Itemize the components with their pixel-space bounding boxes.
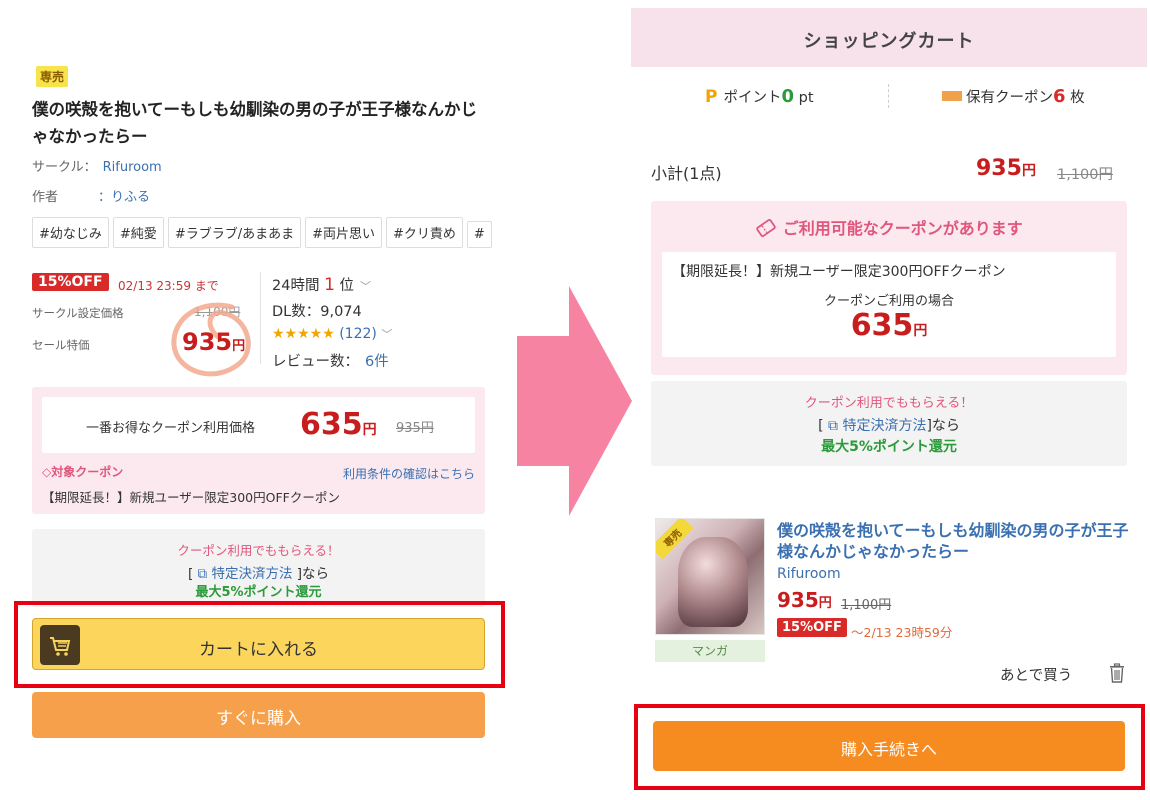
cart-item-title[interactable]: 僕の咲殻を抱いてーもしも幼馴染の男の子が王子様なんかじゃなかったらー <box>777 520 1137 562</box>
product-thumbnail[interactable]: 専売 <box>655 518 765 635</box>
divider <box>260 272 261 364</box>
cart-item-price: 935円 <box>777 588 832 612</box>
ranking[interactable]: 24時間 1 位 ﹀ <box>272 274 371 295</box>
ticket-icon <box>942 91 962 101</box>
subtotal-label: 小計(1点) <box>651 164 722 183</box>
points-balance: P ポイント0 pt <box>705 86 814 107</box>
author-label: 作者 <box>32 190 59 205</box>
exclusive-badge: 専売 <box>36 66 69 87</box>
promo-payment-line: [ ⧉ 特定決済方法]なら <box>818 418 960 434</box>
available-coupon-title: ご利用可能なクーポンがあります <box>651 215 1127 239</box>
star-rating[interactable]: ★★★★★ (122) ﹀ <box>272 326 392 342</box>
cart-item-circle[interactable]: Rifuroom <box>777 566 841 582</box>
coupon-use-label: クーポンご利用の場合 <box>823 294 954 309</box>
coupon-tag-icon <box>756 219 776 237</box>
divider <box>888 84 889 108</box>
highlight-frame <box>634 704 1145 790</box>
coupon-offer-box: 一番お得なクーポン利用価格 635円 935円 ◇対象クーポン 利用条件の確認は… <box>32 387 485 514</box>
subtotal-strike-price: 1,100円 <box>1057 167 1114 183</box>
review-link[interactable]: 6件 <box>365 354 389 370</box>
target-coupon-label: ◇対象クーポン <box>42 465 124 479</box>
sale-price-label: セール特価 <box>32 338 90 352</box>
coupon-price-card: 一番お得なクーポン利用価格 635円 935円 <box>42 397 475 453</box>
promo-line: クーポン利用でももらえる！ <box>804 396 974 411</box>
circle-label: サークル： <box>32 160 97 175</box>
point-promo-box: クーポン利用でももらえる！ [ ⧉ 特定決済方法 ]なら 最大5%ポイント還元 <box>32 529 485 607</box>
available-coupon-box: ご利用可能なクーポンがあります 【期限延長！】新規ユーザー限定300円OFFクー… <box>651 201 1127 375</box>
available-coupon-name: 【期限延長！】新規ユーザー限定300円OFFクーポン <box>672 264 1006 280</box>
tag-item[interactable]: #両片思い <box>305 217 382 248</box>
trash-icon[interactable] <box>1108 663 1126 683</box>
review-count: レビュー数： 6件 <box>272 354 389 370</box>
circle-row: サークル： Rifuroom <box>32 156 162 175</box>
points-icon: P <box>705 87 718 107</box>
tag-item[interactable]: #ラブラブ/あまあま <box>167 217 302 248</box>
buy-now-button[interactable]: すぐに購入 <box>32 692 485 738</box>
external-link-icon[interactable]: ⧉ <box>198 566 208 582</box>
coupon-price: 635円 <box>300 407 377 442</box>
chevron-down-icon[interactable]: ﹀ <box>360 280 371 293</box>
highlight-frame <box>14 601 505 688</box>
buy-later-button[interactable]: あとで買う <box>1000 664 1072 685</box>
cart-header: ショッピングカート <box>631 8 1147 67</box>
coupon-applied-price: 635円 <box>850 308 928 343</box>
payment-method-link[interactable]: 特定決済方法 <box>842 418 926 434</box>
cart-item-strike-price: 1,100円 <box>841 598 892 613</box>
cart-title: ショッピングカート <box>803 31 975 52</box>
promo-point-rate: 最大5%ポイント還元 <box>195 585 322 600</box>
terms-link[interactable]: 利用条件の確認はこちら <box>343 465 475 482</box>
circle-link[interactable]: Rifuroom <box>103 160 162 175</box>
buy-now-label: すぐに購入 <box>216 709 301 729</box>
product-title: 僕の咲殻を抱いてーもしも幼馴染の男の子が王子様なんかじゃなかったらー <box>32 100 478 146</box>
shopping-cart-panel: ショッピングカート P ポイント0 pt 保有クーポン6 枚 小計(1点) 935… <box>631 8 1147 800</box>
coupon-strike-price: 935円 <box>396 421 434 436</box>
promo-point-rate: 最大5%ポイント還元 <box>821 439 957 455</box>
tag-item[interactable]: # <box>466 221 492 248</box>
point-promo-box: クーポン利用でももらえる！ [ ⧉ 特定決済方法]なら 最大5%ポイント還元 <box>651 381 1127 466</box>
coupon-name: 【期限延長！】新規ユーザー限定300円OFFクーポン <box>42 490 340 505</box>
tag-list: #幼なじみ #純愛 #ラブラブ/あまあま #両片思い #クリ責め # <box>32 217 500 249</box>
promo-payment-line: [ ⧉ 特定決済方法 ]なら <box>187 566 330 582</box>
author-row: 作者 ：りふる <box>32 186 150 205</box>
cover-art <box>678 537 748 627</box>
stars-icon: ★★★★★ <box>272 326 335 342</box>
tag-item[interactable]: #クリ責め <box>386 217 463 248</box>
discount-until: 02/13 23:59 まで <box>118 279 219 293</box>
discount-until: ～2/13 23時59分 <box>851 625 953 640</box>
download-count: DL数：9,074 <box>272 304 362 320</box>
available-coupon-card: 【期限延長！】新規ユーザー限定300円OFFクーポン クーポンご利用の場合 63… <box>662 252 1116 357</box>
tag-item[interactable]: #幼なじみ <box>32 217 109 248</box>
coupons-held[interactable]: 保有クーポン6 枚 <box>942 86 1085 107</box>
sale-price: 935円 <box>182 328 246 356</box>
circle-price-label: サークル設定価格 <box>32 306 124 320</box>
arrow-right-icon <box>517 286 632 516</box>
tag-item[interactable]: #純愛 <box>112 217 164 248</box>
subtotal-price: 935円 <box>976 156 1036 181</box>
discount-badge: 15%OFF <box>777 618 847 637</box>
chevron-down-icon[interactable]: ﹀ <box>381 328 392 341</box>
payment-method-link[interactable]: 特定決済方法 <box>211 566 292 582</box>
category-badge: マンガ <box>655 640 765 662</box>
external-link-icon[interactable]: ⧉ <box>828 418 838 434</box>
coupon-price-label: 一番お得なクーポン利用価格 <box>86 421 256 436</box>
promo-line: クーポン利用でももらえる！ <box>177 543 340 558</box>
rating-count[interactable]: (122) <box>339 326 377 342</box>
author-link[interactable]: ：りふる <box>98 190 150 205</box>
discount-badge: 15%OFF <box>32 273 109 291</box>
